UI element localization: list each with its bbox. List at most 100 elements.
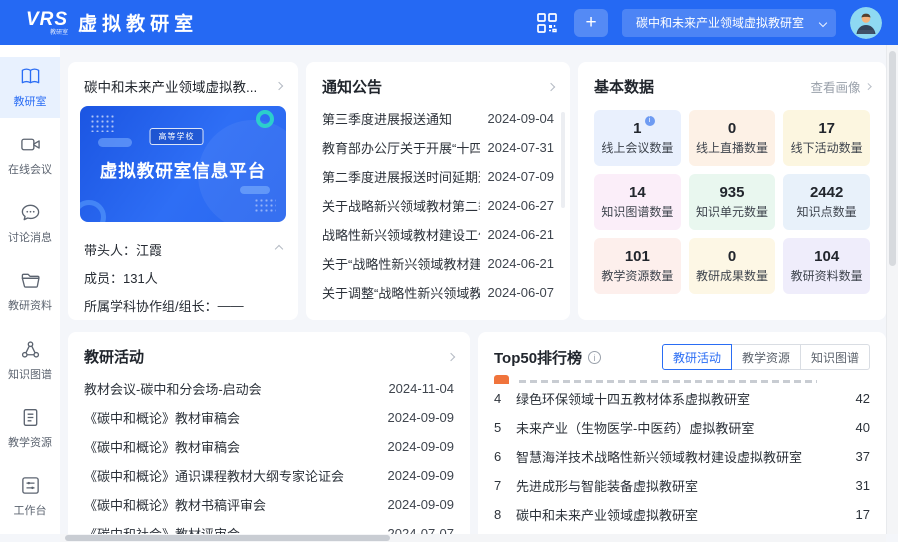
leader-label: 带头人：	[84, 240, 136, 259]
avatar[interactable]	[850, 7, 882, 39]
stat-value: 935	[719, 185, 744, 200]
members-value: 131人	[123, 268, 158, 287]
rank-value: 40	[836, 420, 870, 435]
video-camera-icon	[20, 134, 41, 155]
info-icon[interactable]: i	[588, 351, 601, 364]
list-item[interactable]: 关于战略新兴领域教材第二季... 2024-06-27	[322, 191, 554, 220]
sidebar-item-knowledge-graph[interactable]: 知识图谱	[0, 330, 60, 391]
stat-tile: 0 线上直播数量	[689, 110, 776, 166]
list-item-date: 2024-09-09	[388, 439, 455, 454]
leader-value: 江霞	[136, 240, 162, 259]
document-icon	[20, 407, 41, 428]
add-button[interactable]: +	[574, 9, 608, 37]
app-logo: VRS 教研室 虚拟教研室	[26, 9, 198, 36]
list-item-date: 2024-07-31	[488, 140, 555, 155]
list-item-text: 《碳中和概论》通识课程教材大纲专家论证会	[84, 466, 344, 485]
list-item-text: 战略性新兴领域教材建设工作...	[322, 225, 480, 244]
chevron-right-icon[interactable]	[547, 82, 555, 90]
main-content: 碳中和未来产业领域虚拟教... 高等学校 虚拟教研室信息平台 带头人： 江霞	[60, 45, 886, 534]
sidebar-item-discussion[interactable]: 讨论消息	[0, 193, 60, 254]
list-item[interactable]: 《碳中和概论》教材书稿评审会 2024-09-09	[84, 490, 454, 519]
rank-value: 37	[836, 449, 870, 464]
view-portrait-link[interactable]: 查看画像	[810, 77, 870, 96]
room-group-row: 所属学科协作组/组长： ——	[84, 291, 282, 319]
ranking-row[interactable]: 4 绿色环保领域十四五教材体系虚拟教研室 42	[494, 384, 870, 413]
activities-list: 教材会议-碳中和分会场-启动会 2024-11-04 《碳中和概论》教材审稿会 …	[68, 367, 470, 534]
ranking-row[interactable]: 7 先进成形与智能装备虚拟教研室 31	[494, 471, 870, 500]
notices-scrollbar[interactable]	[561, 112, 565, 208]
list-item[interactable]: 战略性新兴领域教材建设工作... 2024-06-21	[322, 220, 554, 249]
rank-name: 未来产业（生物医学-中医药）虚拟教研室	[516, 418, 836, 437]
ranking-row[interactable]: 6 智慧海洋技术战略性新兴领域教材建设虚拟教研室 37	[494, 442, 870, 471]
list-item[interactable]: 《碳中和概论》教材审稿会 2024-09-09	[84, 403, 454, 432]
rank-name: 绿色环保领域十四五教材体系虚拟教研室	[516, 389, 836, 408]
horizontal-scrollbar-thumb[interactable]	[65, 535, 390, 541]
ranking-row[interactable]: 5 未来产业（生物医学-中医药）虚拟教研室 40	[494, 413, 870, 442]
basic-data-card: 基本数据 查看画像 1i 线上会议数量 0 线上直播数量 17 线下活动数量 1…	[578, 62, 886, 320]
workspace-select[interactable]: 碳中和未来产业领域虚拟教研室	[622, 9, 836, 37]
chevron-right-icon[interactable]	[447, 352, 455, 360]
ranking-tab[interactable]: 知识图谱	[800, 344, 870, 370]
sidebar-item-label: 知识图谱	[8, 366, 52, 382]
sidebar-item-teaching-room[interactable]: 教研室	[0, 57, 60, 118]
list-item-text: 教育部办公厅关于开展“十四...	[322, 138, 480, 157]
list-item-date: 2024-06-21	[488, 256, 555, 271]
medal-icon	[494, 375, 509, 384]
banner-badge: 高等学校	[150, 128, 204, 145]
banner-dots-decor	[90, 114, 116, 132]
list-item[interactable]: 《碳中和概论》教材审稿会 2024-09-09	[84, 432, 454, 461]
rank-name: 碳中和未来产业领域虚拟教研室	[516, 505, 836, 524]
workbench-icon	[20, 475, 41, 496]
list-item[interactable]: 关于调整“战略性新兴领域教... 2024-06-07	[322, 278, 554, 307]
sidebar-item-label: 在线会议	[8, 161, 52, 177]
ranking-row[interactable]: 8 碳中和未来产业领域虚拟教研室 17	[494, 500, 870, 529]
list-item[interactable]: 关于“战略性新兴领域教材建... 2024-06-21	[322, 249, 554, 278]
sidebar-item-materials[interactable]: 教研资料	[0, 261, 60, 322]
stat-label: 教学资源数量	[601, 267, 673, 284]
list-item[interactable]: 第二季度进展报送时间延期通知 2024-07-09	[322, 162, 554, 191]
list-item-text: 教材会议-碳中和分会场-启动会	[84, 379, 262, 398]
rank-number: 6	[494, 449, 516, 464]
stat-tile: 14 知识图谱数量	[594, 174, 681, 230]
list-item[interactable]: 教材会议-碳中和分会场-启动会 2024-11-04	[84, 374, 454, 403]
info-icon[interactable]: i	[645, 116, 655, 126]
vertical-scrollbar[interactable]	[886, 45, 898, 534]
stat-label: 知识图谱数量	[601, 203, 673, 220]
ranking-tab[interactable]: 教学资源	[731, 344, 801, 370]
horizontal-scrollbar[interactable]	[60, 534, 886, 542]
banner-title: 虚拟教研室信息平台	[80, 158, 286, 183]
collapse-icon[interactable]	[275, 245, 283, 253]
list-item[interactable]: 《碳中和社会》教材评审会 2024-07-07	[84, 519, 454, 534]
list-item-date: 2024-09-09	[388, 468, 455, 483]
list-item-text: 《碳中和社会》教材评审会	[84, 524, 240, 534]
list-item[interactable]: 教育部办公厅关于开展“十四... 2024-07-31	[322, 133, 554, 162]
top-header: VRS 教研室 虚拟教研室 + 碳中和未来产业领域虚拟教研室	[0, 0, 898, 45]
ranking-row-clipped[interactable]	[494, 373, 870, 384]
sidebar-item-online-meeting[interactable]: 在线会议	[0, 125, 60, 186]
chevron-down-icon	[819, 18, 827, 26]
vertical-scrollbar-thumb[interactable]	[889, 51, 896, 266]
list-item-text: 关于调整“战略性新兴领域教...	[322, 283, 480, 302]
ranking-tab[interactable]: 教研活动	[662, 344, 732, 370]
rank-name: 先进成形与智能装备虚拟教研室	[516, 476, 836, 495]
room-banner[interactable]: 高等学校 虚拟教研室信息平台	[80, 106, 286, 222]
sidebar-item-teaching-resources[interactable]: 教学资源	[0, 398, 60, 459]
sidebar-item-workbench[interactable]: 工作台	[0, 466, 60, 527]
qr-code-icon[interactable]	[534, 10, 560, 36]
chevron-right-icon[interactable]	[275, 82, 283, 90]
logo-mark: VRS 教研室	[26, 10, 68, 36]
list-item-date: 2024-06-21	[488, 227, 555, 242]
stat-tile: 2442 知识点数量	[783, 174, 870, 230]
stat-label: 教研资料数量	[791, 267, 863, 284]
room-card-title[interactable]: 碳中和未来产业领域虚拟教...	[84, 76, 257, 96]
app-title: 虚拟教研室	[78, 9, 198, 36]
stats-grid: 1i 线上会议数量 0 线上直播数量 17 线下活动数量 14 知识图谱数量 9…	[578, 97, 886, 294]
list-item[interactable]: 第三季度进展报送通知 2024-09-04	[322, 104, 554, 133]
sidebar-item-label: 讨论消息	[8, 229, 52, 245]
stat-value: 1i	[633, 121, 641, 136]
list-item[interactable]: 《碳中和概论》通识课程教材大纲专家论证会 2024-09-09	[84, 461, 454, 490]
banner-ring-decor	[80, 200, 106, 222]
ranking-title: Top50排行榜 i	[494, 347, 601, 368]
group-value: ——	[218, 298, 244, 313]
stat-tile: 935 知识单元数量	[689, 174, 776, 230]
